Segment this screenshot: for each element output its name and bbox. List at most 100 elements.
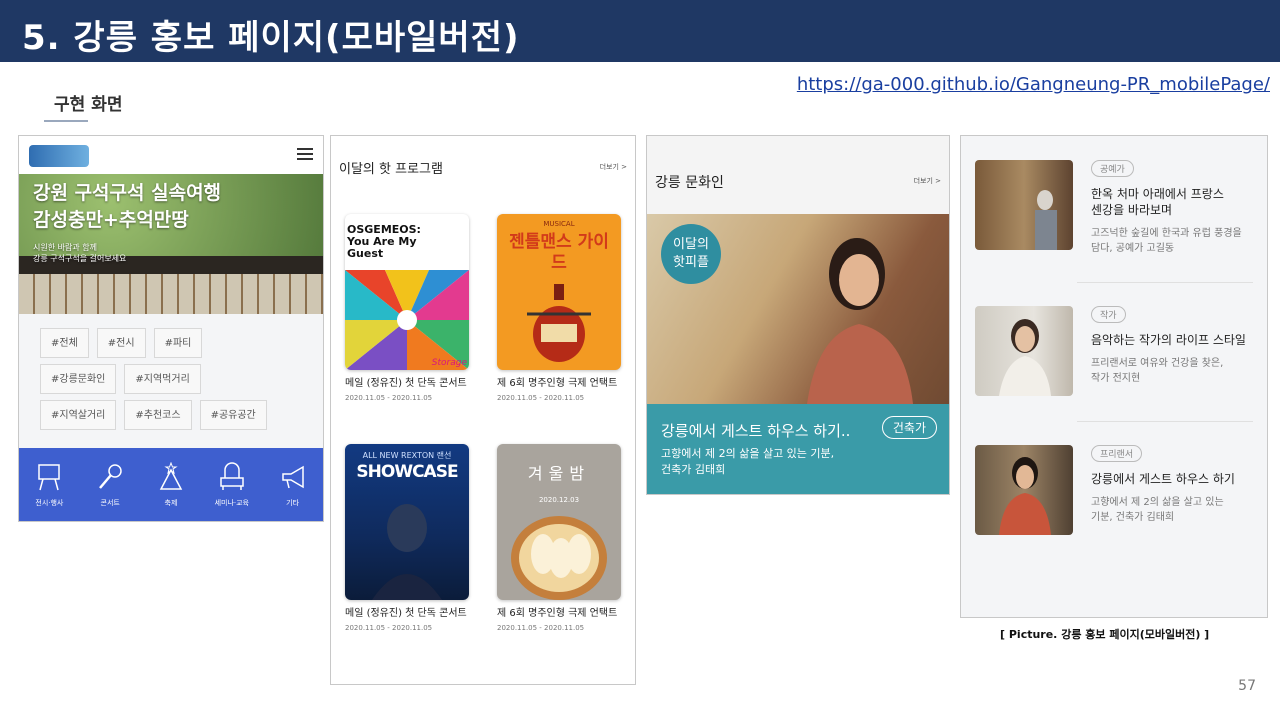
people-list-item[interactable]: 프리랜서 강릉에서 게스트 하우스 하기 고향에서 제 2의 삶을 살고 있는 …: [975, 445, 1255, 545]
tag-exhibition[interactable]: #전시: [96, 328, 146, 358]
people-item-title: 한옥 처마 아래에서 프랑스 센강을 바라보며: [1091, 186, 1224, 218]
tag-culture-people[interactable]: #강릉문화인: [40, 364, 117, 394]
featured-story-title: 강릉에서 게스트 하우스 하기..: [661, 422, 851, 440]
people-list-item[interactable]: 작가 음악하는 작가의 라이프 스타일 프리랜서로 여유와 건강을 찾은, 작가…: [975, 306, 1255, 406]
poster-title: 겨울밤: [527, 464, 591, 483]
poster-tag: MUSICAL: [543, 220, 575, 228]
program-card-text: 제 6회 명주인형 극제 언택트 2020.11.05 - 2020.11.05: [497, 378, 627, 402]
nav-festival[interactable]: 축제: [141, 448, 202, 521]
people-item-desc: 고즈넉한 숲길에 한국과 유럽 풍경을 담다, 공예가 고길동: [1091, 226, 1242, 256]
hashtag-area: #전체 #전시 #파티 #강릉문화인 #지역먹거리 #지역살거리 #추천코스 #…: [19, 314, 323, 450]
hanok-wall: [19, 274, 323, 314]
people-item-desc-line-1: 고즈넉한 숲길에 한국과 유럽 풍경을: [1091, 228, 1242, 239]
featured-story-desc-line-2: 건축가 김태희: [661, 463, 726, 476]
program-card-title[interactable]: 제 6회 명주인형 극제 언택트: [497, 608, 627, 620]
hamburger-menu-icon[interactable]: [297, 148, 313, 160]
culture-people-screen: 강릉 문화인 더보기 > 이달의 핫피플 강릉에서 게스트 하우스 하기.. 건…: [646, 135, 950, 495]
people-item-title-line-1: 강릉에서 게스트 하우스 하기: [1091, 472, 1235, 486]
mobile-topbar: [19, 136, 323, 174]
category-tag: 프리랜서: [1091, 445, 1143, 462]
people-item-desc-line-2: 담다, 공예가 고길동: [1091, 243, 1175, 254]
tag-local-goods[interactable]: #지역살거리: [40, 400, 117, 430]
architect-tag-button[interactable]: 건축가: [881, 416, 937, 439]
nav-label: 전시·행사: [35, 499, 64, 507]
program-card-date: 2020.11.05 - 2020.11.05: [345, 394, 433, 402]
woman-figure: [999, 319, 1051, 396]
microphone-icon: [99, 464, 122, 489]
freelancer-thumbnail: [975, 445, 1073, 535]
hero-subtitle-line-1: 시원한 바람과 함께: [33, 243, 97, 252]
program-card-title[interactable]: 메일 (정유진) 첫 단독 콘서트: [345, 608, 475, 620]
program-card-title[interactable]: 제 6회 명주인형 극제 언택트: [497, 378, 627, 390]
people-item-title-line-2: 센강을 바라보며: [1091, 203, 1173, 217]
nav-concert[interactable]: 콘서트: [80, 448, 141, 521]
tag-row: #강릉문화인 #지역먹거리: [40, 364, 323, 394]
people-item-desc-line-2: 작가 전지현: [1091, 373, 1141, 384]
github-pages-link[interactable]: https://ga-000.github.io/Gangneung-PR_mo…: [797, 74, 1270, 95]
easel-icon: [38, 464, 61, 491]
figure-caption: [ Picture. 강릉 홍보 페이지(모바일버전) ]: [1000, 628, 1210, 641]
tag-recommended-course[interactable]: #추천코스: [124, 400, 192, 430]
main-page-screen: 강원 구석구석 실속여행 감성충만+추억만땅 시원한 바람과 함께 강릉 구석구…: [18, 135, 324, 522]
people-item-desc: 고향에서 제 2의 삶을 살고 있는 기분, 건축가 김태희: [1091, 495, 1224, 525]
tag-all[interactable]: #전체: [40, 328, 89, 358]
people-list-screen: 공예가 한옥 처마 아래에서 프랑스 센강을 바라보며 고즈넉한 숲길에 한국과…: [960, 135, 1268, 618]
hero-title: 강원 구석구석 실속여행 감성충만+추억만땅: [33, 180, 221, 234]
hot-program-screen: 이달의 핫 프로그램 더보기 > OSGEMEOS: You Are My Gu…: [330, 135, 636, 685]
people-item-title: 음악하는 작가의 라이프 스타일: [1091, 332, 1246, 348]
poster-brand: Storage: [431, 358, 467, 368]
hot-people-badge: 이달의 핫피플: [661, 224, 721, 284]
poster-showcase[interactable]: ALL NEW REXTON 랜선 SHOWCASE: [345, 444, 469, 600]
poster-osgemeos[interactable]: OSGEMEOS: You Are My Guest Storage: [345, 214, 469, 370]
kaleidoscope-artwork: [345, 270, 469, 370]
category-nav: 전시·행사 콘서트 축제 세미나·교육 기타: [19, 448, 323, 521]
poster-tag: ALL NEW REXTON 랜선: [362, 451, 452, 460]
culture-people-heading: 강릉 문화인: [655, 175, 724, 191]
culture-people-more-link[interactable]: 더보기 >: [914, 176, 941, 186]
woman-silhouette: [807, 238, 913, 404]
tag-row: #지역살거리 #추천코스 #공유공간: [40, 400, 323, 430]
dumpling-steamer-illustration: [511, 516, 607, 600]
program-card-date: 2020.11.05 - 2020.11.05: [345, 624, 433, 632]
site-logo[interactable]: [29, 145, 89, 167]
people-item-desc: 프리랜서로 여유와 건강을 찾은, 작가 전지현: [1091, 356, 1223, 386]
people-item-title: 강릉에서 게스트 하우스 하기: [1091, 471, 1235, 487]
nav-exhibition[interactable]: 전시·행사: [19, 448, 80, 521]
page-number: 57: [1238, 678, 1256, 694]
hot-program-more-link[interactable]: 더보기 >: [600, 162, 627, 172]
slide-header: 5. 강릉 홍보 페이지(모바일버전): [0, 0, 1280, 62]
featured-story-band[interactable]: 강릉에서 게스트 하우스 하기.. 건축가 고향에서 제 2의 삶을 살고 있는…: [647, 404, 949, 494]
people-item-title-line-1: 한옥 처마 아래에서 프랑스: [1091, 187, 1224, 201]
nav-seminar[interactable]: 세미나·교육: [201, 448, 262, 521]
program-card-text: 메일 (정유진) 첫 단독 콘서트 2020.11.05 - 2020.11.0…: [345, 378, 475, 402]
section-label: 구현 화면: [54, 95, 123, 115]
tag-local-food[interactable]: #지역먹거리: [124, 364, 201, 394]
category-tag: 작가: [1091, 306, 1126, 323]
section-underline: [44, 120, 88, 122]
megaphone-icon: [281, 465, 304, 489]
people-item-desc-line-1: 프리랜서로 여유와 건강을 찾은,: [1091, 358, 1224, 369]
poster-title: OSGEMEOS: You Are My Guest: [347, 223, 421, 260]
hero-banner[interactable]: 강원 구석구석 실속여행 감성충만+추억만땅 시원한 바람과 함께 강릉 구석구…: [19, 174, 323, 314]
nav-etc[interactable]: 기타: [262, 448, 323, 521]
nav-label: 기타: [286, 499, 300, 507]
poison-bottle-illustration: [527, 284, 591, 362]
program-card-title[interactable]: 메일 (정유진) 첫 단독 콘서트: [345, 378, 475, 390]
hero-title-line-1: 강원 구석구석 실속여행: [33, 182, 222, 204]
slide-title: 5. 강릉 홍보 페이지(모바일버전): [22, 18, 520, 58]
poster-title: SHOWCASE: [356, 462, 458, 482]
category-tag: 공예가: [1091, 160, 1134, 177]
poster-gentlemans-guide[interactable]: MUSICAL 젠틀맨스 가이드: [497, 214, 621, 370]
list-divider: [1077, 282, 1253, 283]
featured-person-photo[interactable]: 이달의 핫피플: [647, 214, 949, 404]
nav-label: 콘서트: [100, 499, 120, 507]
elderly-man-figure: [1035, 190, 1057, 250]
poster-tag: 2020.12.03: [538, 496, 580, 504]
list-divider: [1077, 421, 1253, 422]
people-list-item[interactable]: 공예가 한옥 처마 아래에서 프랑스 센강을 바라보며 고즈넉한 숲길에 한국과…: [975, 160, 1255, 260]
tag-party[interactable]: #파티: [153, 328, 203, 358]
nav-label: 세미나·교육: [214, 499, 249, 507]
program-card-date: 2020.11.05 - 2020.11.05: [497, 394, 585, 402]
poster-winter-night[interactable]: 겨울밤 2020.12.03: [497, 444, 621, 600]
tag-shared-space[interactable]: #공유공간: [199, 400, 267, 430]
